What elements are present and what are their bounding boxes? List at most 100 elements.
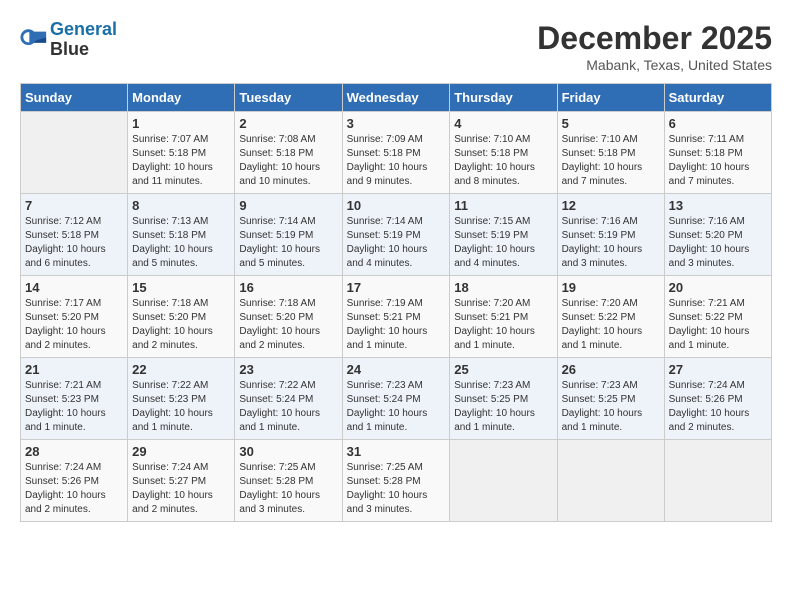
- day-info: Sunrise: 7:08 AM Sunset: 5:18 PM Dayligh…: [239, 133, 337, 189]
- calendar-cell: 9 Sunrise: 7:14 AM Sunset: 5:19 PM Daylig…: [235, 194, 342, 276]
- calendar-cell: 6Sunrise: 7:11 AM Sunset: 5:18 PM Daylig…: [664, 112, 771, 194]
- day-number: 19: [562, 280, 660, 295]
- day-info: Sunrise: 7:10 AM Sunset: 5:18 PM Dayligh…: [562, 133, 660, 189]
- day-info: Sunrise: 7:23 AM Sunset: 5:24 PM Dayligh…: [347, 379, 446, 435]
- day-number: 3: [347, 116, 446, 131]
- calendar-week-row: 14 Sunrise: 7:17 AM Sunset: 5:20 PM Dayli…: [21, 276, 772, 358]
- calendar-cell: 13 Sunrise: 7:16 AM Sunset: 5:20 PM Dayli…: [664, 194, 771, 276]
- day-info: Sunrise: 7:24 AM Sunset: 5:26 PM Dayligh…: [25, 461, 123, 517]
- day-number: 21: [25, 362, 123, 377]
- calendar-cell: 15 Sunrise: 7:18 AM Sunset: 5:20 PM Dayli…: [128, 276, 235, 358]
- calendar-cell: 26 Sunrise: 7:23 AM Sunset: 5:25 PM Dayli…: [557, 358, 664, 440]
- calendar-cell: [21, 112, 128, 194]
- calendar-cell: [450, 440, 557, 522]
- calendar-cell: 12 Sunrise: 7:16 AM Sunset: 5:19 PM Dayli…: [557, 194, 664, 276]
- calendar-table: SundayMondayTuesdayWednesdayThursdayFrid…: [20, 83, 772, 522]
- calendar-cell: 21 Sunrise: 7:21 AM Sunset: 5:23 PM Dayli…: [21, 358, 128, 440]
- calendar-cell: 29 Sunrise: 7:24 AM Sunset: 5:27 PM Dayli…: [128, 440, 235, 522]
- day-number: 11: [454, 198, 552, 213]
- calendar-cell: 30Sunrise: 7:25 AM Sunset: 5:28 PM Dayli…: [235, 440, 342, 522]
- day-info: Sunrise: 7:20 AM Sunset: 5:22 PM Dayligh…: [562, 297, 660, 353]
- day-info: Sunrise: 7:24 AM Sunset: 5:27 PM Dayligh…: [132, 461, 230, 517]
- day-info: Sunrise: 7:12 AM Sunset: 5:18 PM Dayligh…: [25, 215, 123, 271]
- day-number: 8: [132, 198, 230, 213]
- day-number: 9: [239, 198, 337, 213]
- day-info: Sunrise: 7:09 AM Sunset: 5:18 PM Dayligh…: [347, 133, 446, 189]
- day-number: 7: [25, 198, 123, 213]
- calendar-cell: 16 Sunrise: 7:18 AM Sunset: 5:20 PM Dayli…: [235, 276, 342, 358]
- logo-icon: [20, 26, 48, 54]
- day-info: Sunrise: 7:19 AM Sunset: 5:21 PM Dayligh…: [347, 297, 446, 353]
- calendar-week-row: 28Sunrise: 7:24 AM Sunset: 5:26 PM Dayli…: [21, 440, 772, 522]
- day-info: Sunrise: 7:18 AM Sunset: 5:20 PM Dayligh…: [132, 297, 230, 353]
- day-info: Sunrise: 7:23 AM Sunset: 5:25 PM Dayligh…: [562, 379, 660, 435]
- day-number: 16: [239, 280, 337, 295]
- calendar-body: 1 Sunrise: 7:07 AM Sunset: 5:18 PM Daylig…: [21, 112, 772, 522]
- day-info: Sunrise: 7:22 AM Sunset: 5:23 PM Dayligh…: [132, 379, 230, 435]
- day-info: Sunrise: 7:14 AM Sunset: 5:19 PM Dayligh…: [239, 215, 337, 271]
- calendar-cell: 17 Sunrise: 7:19 AM Sunset: 5:21 PM Dayli…: [342, 276, 450, 358]
- day-number: 15: [132, 280, 230, 295]
- day-number: 26: [562, 362, 660, 377]
- calendar-cell: 4 Sunrise: 7:10 AM Sunset: 5:18 PM Daylig…: [450, 112, 557, 194]
- day-info: Sunrise: 7:23 AM Sunset: 5:25 PM Dayligh…: [454, 379, 552, 435]
- calendar-cell: 25Sunrise: 7:23 AM Sunset: 5:25 PM Dayli…: [450, 358, 557, 440]
- day-info: Sunrise: 7:22 AM Sunset: 5:24 PM Dayligh…: [239, 379, 337, 435]
- calendar-cell: 18Sunrise: 7:20 AM Sunset: 5:21 PM Dayli…: [450, 276, 557, 358]
- day-info: Sunrise: 7:18 AM Sunset: 5:20 PM Dayligh…: [239, 297, 337, 353]
- day-number: 10: [347, 198, 446, 213]
- day-number: 14: [25, 280, 123, 295]
- day-info: Sunrise: 7:10 AM Sunset: 5:18 PM Dayligh…: [454, 133, 552, 189]
- weekday-header-row: SundayMondayTuesdayWednesdayThursdayFrid…: [21, 84, 772, 112]
- calendar-cell: [557, 440, 664, 522]
- day-number: 27: [669, 362, 767, 377]
- day-number: 5: [562, 116, 660, 131]
- weekday-header: Monday: [128, 84, 235, 112]
- calendar-week-row: 7 Sunrise: 7:12 AM Sunset: 5:18 PM Daylig…: [21, 194, 772, 276]
- day-number: 17: [347, 280, 446, 295]
- calendar-cell: 7 Sunrise: 7:12 AM Sunset: 5:18 PM Daylig…: [21, 194, 128, 276]
- calendar-cell: 28Sunrise: 7:24 AM Sunset: 5:26 PM Dayli…: [21, 440, 128, 522]
- calendar-cell: 14 Sunrise: 7:17 AM Sunset: 5:20 PM Dayli…: [21, 276, 128, 358]
- calendar-cell: 20Sunrise: 7:21 AM Sunset: 5:22 PM Dayli…: [664, 276, 771, 358]
- day-info: Sunrise: 7:17 AM Sunset: 5:20 PM Dayligh…: [25, 297, 123, 353]
- day-info: Sunrise: 7:16 AM Sunset: 5:19 PM Dayligh…: [562, 215, 660, 271]
- day-number: 29: [132, 444, 230, 459]
- calendar-cell: [664, 440, 771, 522]
- day-number: 31: [347, 444, 446, 459]
- day-info: Sunrise: 7:24 AM Sunset: 5:26 PM Dayligh…: [669, 379, 767, 435]
- day-number: 24: [347, 362, 446, 377]
- day-info: Sunrise: 7:11 AM Sunset: 5:18 PM Dayligh…: [669, 133, 767, 189]
- calendar-week-row: 21 Sunrise: 7:21 AM Sunset: 5:23 PM Dayli…: [21, 358, 772, 440]
- calendar-cell: 27 Sunrise: 7:24 AM Sunset: 5:26 PM Dayli…: [664, 358, 771, 440]
- day-number: 4: [454, 116, 552, 131]
- day-info: Sunrise: 7:13 AM Sunset: 5:18 PM Dayligh…: [132, 215, 230, 271]
- calendar-cell: 22Sunrise: 7:22 AM Sunset: 5:23 PM Dayli…: [128, 358, 235, 440]
- day-info: Sunrise: 7:21 AM Sunset: 5:23 PM Dayligh…: [25, 379, 123, 435]
- weekday-header: Tuesday: [235, 84, 342, 112]
- weekday-header: Sunday: [21, 84, 128, 112]
- month-title: December 2025: [537, 20, 772, 57]
- calendar-week-row: 1 Sunrise: 7:07 AM Sunset: 5:18 PM Daylig…: [21, 112, 772, 194]
- calendar-cell: 3 Sunrise: 7:09 AM Sunset: 5:18 PM Daylig…: [342, 112, 450, 194]
- day-number: 1: [132, 116, 230, 131]
- title-block: December 2025 Mabank, Texas, United Stat…: [537, 20, 772, 73]
- day-number: 13: [669, 198, 767, 213]
- day-info: Sunrise: 7:25 AM Sunset: 5:28 PM Dayligh…: [347, 461, 446, 517]
- day-info: Sunrise: 7:21 AM Sunset: 5:22 PM Dayligh…: [669, 297, 767, 353]
- calendar-cell: 23Sunrise: 7:22 AM Sunset: 5:24 PM Dayli…: [235, 358, 342, 440]
- calendar-cell: 5 Sunrise: 7:10 AM Sunset: 5:18 PM Daylig…: [557, 112, 664, 194]
- weekday-header: Friday: [557, 84, 664, 112]
- logo-text: General Blue: [50, 20, 117, 60]
- calendar-cell: 11 Sunrise: 7:15 AM Sunset: 5:19 PM Dayli…: [450, 194, 557, 276]
- day-info: Sunrise: 7:16 AM Sunset: 5:20 PM Dayligh…: [669, 215, 767, 271]
- day-number: 12: [562, 198, 660, 213]
- day-info: Sunrise: 7:14 AM Sunset: 5:19 PM Dayligh…: [347, 215, 446, 271]
- calendar-cell: 8 Sunrise: 7:13 AM Sunset: 5:18 PM Daylig…: [128, 194, 235, 276]
- day-info: Sunrise: 7:15 AM Sunset: 5:19 PM Dayligh…: [454, 215, 552, 271]
- calendar-cell: 24 Sunrise: 7:23 AM Sunset: 5:24 PM Dayli…: [342, 358, 450, 440]
- calendar-header: SundayMondayTuesdayWednesdayThursdayFrid…: [21, 84, 772, 112]
- page-header: General Blue December 2025 Mabank, Texas…: [20, 20, 772, 73]
- calendar-cell: 10 Sunrise: 7:14 AM Sunset: 5:19 PM Dayli…: [342, 194, 450, 276]
- day-info: Sunrise: 7:07 AM Sunset: 5:18 PM Dayligh…: [132, 133, 230, 189]
